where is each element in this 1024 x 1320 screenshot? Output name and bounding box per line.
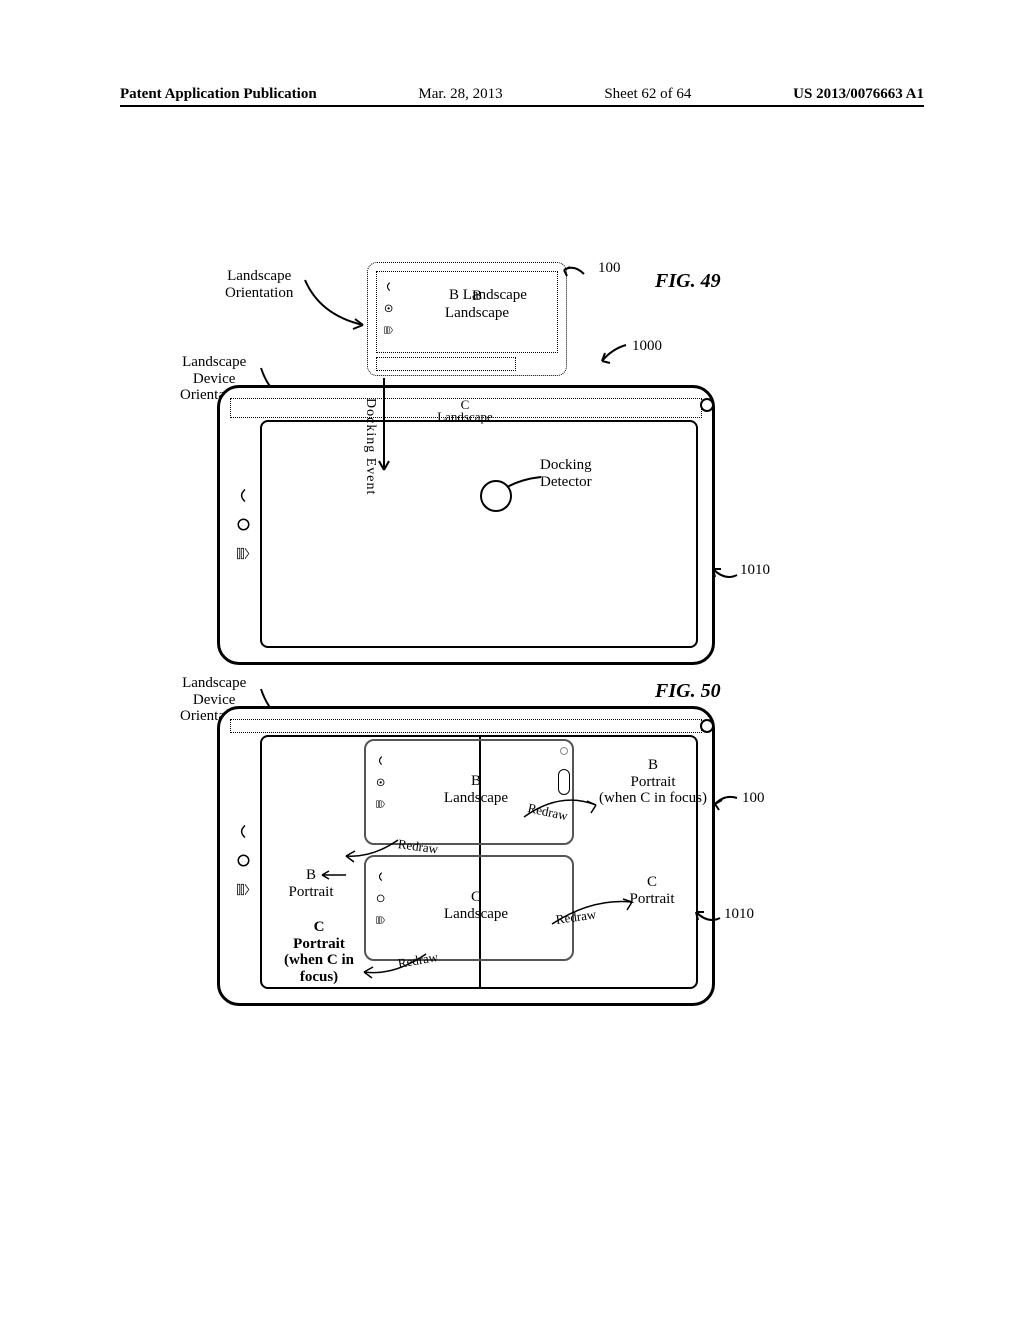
arrow-landscape-orient [295,275,375,335]
tablet-iconbar-1 [232,488,254,561]
figure-50-label: FIG. 50 [655,680,721,703]
header-docnum: US 2013/0076663 A1 [793,86,924,103]
menu-icon [236,882,251,897]
docking-detector-label: Docking Detector [540,457,592,490]
arrow-docking-event [378,378,390,478]
phone-screen-c-strip [376,357,516,371]
inner-phone-b-homepill [558,769,570,795]
tablet-camera-1 [700,398,714,412]
arrow-to-b-portrait [318,868,348,882]
back-icon [375,871,386,882]
b-landscape-text: B Landscape [445,288,509,321]
c-portrait-focus-bold: C Portrait (when C in focus) [264,919,374,985]
hook-1010-a [711,567,741,592]
header-sheet: Sheet 62 of 64 [604,86,691,103]
home-icon [236,517,251,532]
arrow-redraw-4 [360,950,430,980]
header-publication: Patent Application Publication [120,86,317,103]
ref-1010-b: 1010 [724,906,754,923]
home-icon [375,777,386,788]
home-icon [375,893,386,904]
figure-49-label: FIG. 49 [655,270,721,293]
page-header: Patent Application Publication Mar. 28, … [120,86,924,107]
tablet-fig50: B Landscape C Landscape B Portrait (when… [217,706,715,1006]
ref-1000: 1000 [632,338,662,355]
tablet-iconbar-2 [232,824,254,897]
hook-1000 [600,343,630,368]
arrow-redraw-2 [342,834,402,864]
hook-100 [562,262,592,287]
back-icon [236,488,251,503]
docking-event-vert: Docking Event [362,398,378,495]
b-landscape-label-text: B Landscape [437,288,517,321]
inner-phone-c: C Landscape [364,855,574,961]
home-icon [383,303,394,314]
landscape-orientation-callout: Landscape Orientation [225,268,293,301]
b-portrait-focus: B Portrait (when C in focus) [598,757,708,807]
ref-100: 100 [598,260,621,277]
menu-icon [383,325,394,336]
line-docking-detector [507,475,547,495]
ref-100b: 100 [742,790,765,807]
inner-phone-b-cam [560,747,568,755]
home-icon [236,853,251,868]
back-icon [236,824,251,839]
tablet-fig49: C Landscape [217,385,715,665]
arrow-redraw-3 [548,896,638,936]
header-date: Mar. 28, 2013 [418,86,502,103]
menu-icon [375,799,386,810]
page-root: Patent Application Publication Mar. 28, … [0,0,1024,1320]
inner-c-landscape: C Landscape [436,889,516,922]
back-icon [383,281,394,292]
tablet-screen-1 [260,420,698,648]
inner-phone-c-icons [372,871,389,926]
arrow-redraw-1 [520,795,600,835]
inner-b-landscape: B Landscape [436,773,516,806]
ref-1010-a: 1010 [740,562,770,579]
inner-phone-b-icons [372,755,389,810]
menu-icon [236,546,251,561]
hook-100b [713,792,741,814]
tablet-strip-top2 [230,719,702,733]
tablet-camera-2 [700,719,714,733]
back-icon [375,755,386,766]
hook-1010-b [694,910,724,935]
menu-icon [375,915,386,926]
phone-iconbar [380,281,397,336]
